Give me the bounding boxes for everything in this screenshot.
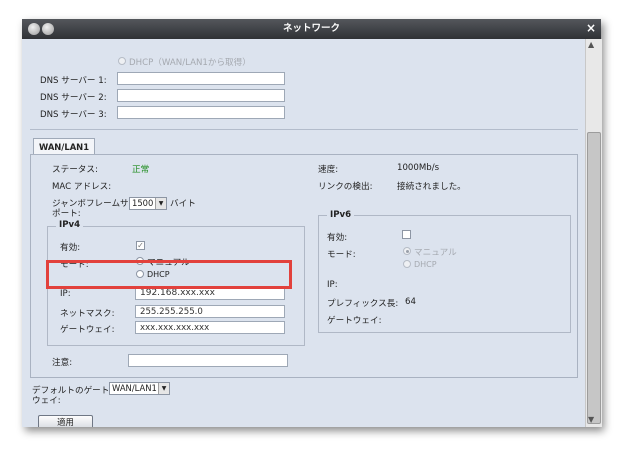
jumbo-frame-label-2: ポート:	[52, 209, 81, 219]
chevron-down-icon: ▼	[158, 383, 169, 394]
ipv6-title: IPv6	[327, 210, 355, 220]
ipv4-gateway-input[interactable]	[135, 321, 285, 334]
check-icon: ✓	[137, 241, 144, 250]
ipv6-manual-label: マニュアル	[414, 248, 457, 258]
jumbo-frame-unit: バイト	[170, 199, 196, 209]
ipv4-ip-label: IP:	[60, 289, 71, 299]
dns-server-1-input[interactable]	[117, 72, 285, 85]
dialog-content: DHCP（WAN/LAN1から取得） DNS サーバー 1: DNS サーバー …	[22, 39, 585, 427]
ipv6-enabled-label: 有効:	[327, 233, 348, 243]
tab-wan-lan1[interactable]: WAN/LAN1	[33, 138, 95, 155]
link-detect-value: 接続されました。	[397, 182, 466, 192]
ipv6-dhcp-label: DHCP	[414, 260, 437, 269]
window-title: ネットワーク	[282, 23, 340, 34]
dns-dhcp-radio[interactable]	[118, 57, 126, 65]
ipv4-enabled-label: 有効:	[60, 243, 81, 253]
speed-label: 速度:	[318, 165, 339, 175]
dns-server-3-label: DNS サーバー 3:	[40, 110, 107, 120]
ipv6-manual-radio[interactable]	[403, 247, 411, 255]
scrollbar-thumb[interactable]	[587, 132, 601, 424]
dns-server-2-label: DNS サーバー 2:	[40, 93, 107, 103]
jumbo-frame-value: 1500	[132, 198, 154, 208]
chevron-down-icon: ▼	[155, 198, 166, 209]
default-gateway-value: WAN/LAN1	[112, 383, 157, 393]
dns-server-1-label: DNS サーバー 1:	[40, 76, 107, 86]
mac-address-label: MAC アドレス:	[52, 182, 112, 192]
dns-server-2-input[interactable]	[117, 89, 285, 102]
status-label: ステータス:	[52, 165, 98, 175]
ipv6-ip-label: IP:	[327, 280, 338, 290]
link-detect-label: リンクの検出:	[318, 182, 373, 192]
ipv4-gateway-label: ゲートウェイ:	[60, 325, 115, 335]
default-gateway-label-2: ウェイ:	[32, 396, 61, 406]
close-icon[interactable]: ×	[586, 21, 596, 35]
note-input[interactable]	[128, 354, 288, 367]
ipv6-gateway-label: ゲートウェイ:	[327, 316, 382, 326]
ipv6-dhcp-radio[interactable]	[403, 260, 411, 268]
ipv4-netmask-input[interactable]	[135, 305, 285, 318]
network-dialog: ネットワーク × DHCP（WAN/LAN1から取得） DNS サーバー 1: …	[22, 19, 602, 427]
ip-highlight-frame	[46, 260, 292, 289]
ipv6-mode-label: モード:	[327, 250, 356, 260]
default-gateway-select[interactable]: WAN/LAN1 ▼	[109, 382, 170, 395]
ipv4-title: IPv4	[56, 220, 84, 230]
section-divider	[30, 129, 578, 130]
speed-value: 1000Mb/s	[397, 163, 440, 173]
scroll-up-icon[interactable]: ▲	[588, 40, 594, 49]
scroll-down-icon[interactable]: ▼	[588, 415, 594, 424]
ipv6-prefix-value: 64	[405, 297, 416, 307]
ipv4-enabled-checkbox[interactable]: ✓	[136, 241, 145, 250]
note-label: 注意:	[52, 358, 73, 368]
dns-server-3-input[interactable]	[117, 106, 285, 119]
apply-button[interactable]: 適用	[38, 415, 93, 427]
ipv4-netmask-label: ネットマスク:	[60, 309, 115, 319]
dns-dhcp-label: DHCP（WAN/LAN1から取得）	[129, 58, 251, 68]
ipv6-enabled-checkbox[interactable]	[402, 230, 411, 239]
ipv6-prefix-label: プレフィックス長:	[327, 299, 399, 309]
jumbo-frame-select[interactable]: 1500 ▼	[129, 197, 167, 210]
status-value: 正常	[132, 165, 150, 175]
